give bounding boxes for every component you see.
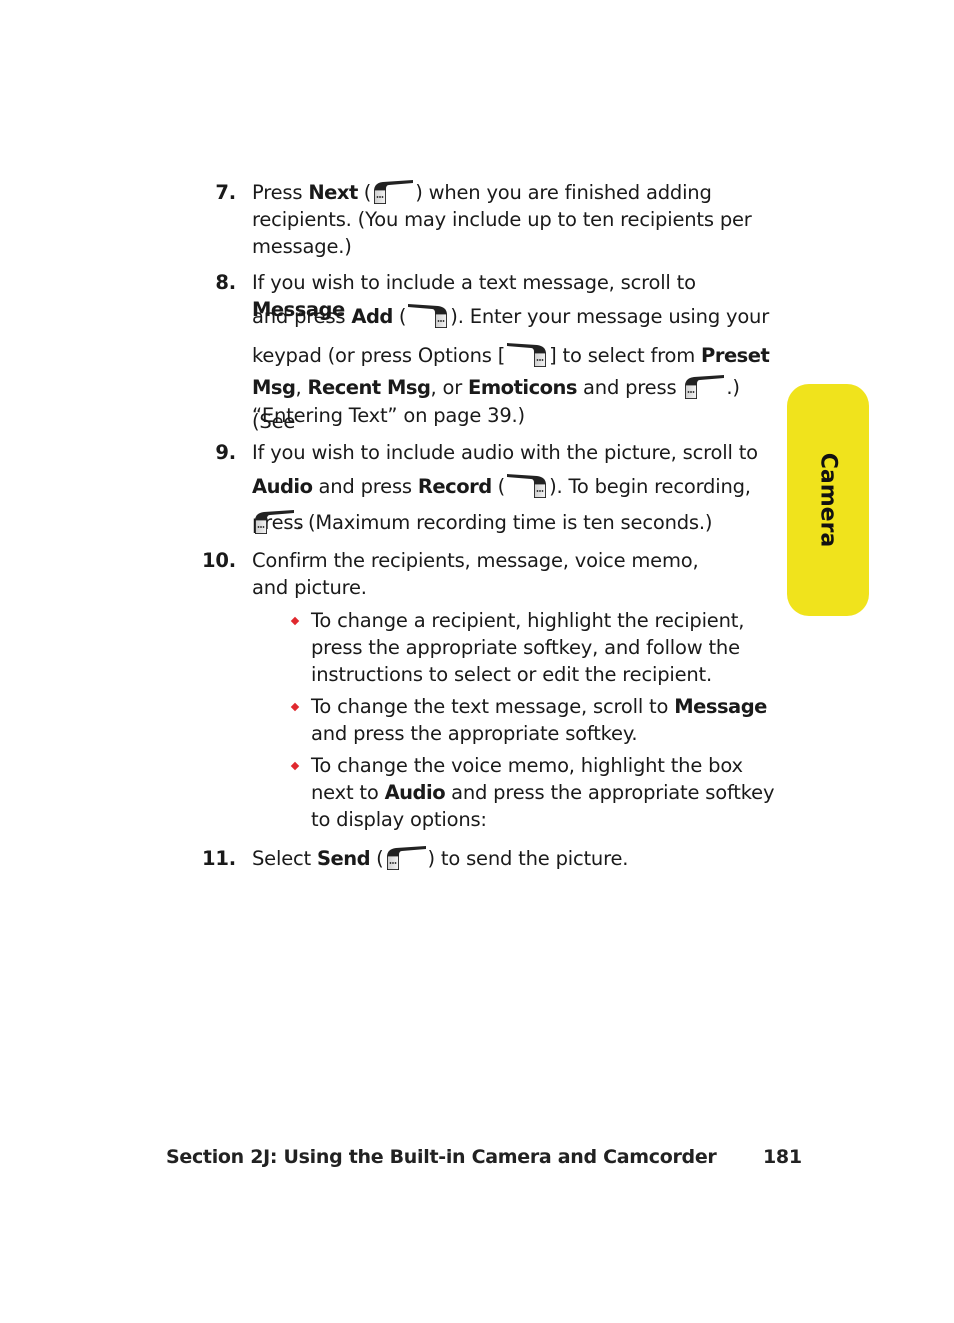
left-softkey-icon xyxy=(682,374,726,400)
step-number: 10. xyxy=(202,549,236,572)
red-diamond-bullet-icon xyxy=(290,761,300,771)
step-number: 8. xyxy=(215,271,236,294)
left-softkey-icon xyxy=(371,179,415,205)
footer-section-title: Section 2J: Using the Built-in Camera an… xyxy=(166,1146,717,1168)
left-softkey-icon xyxy=(384,845,428,871)
section-side-tab: Camera xyxy=(787,384,869,616)
right-softkey-icon xyxy=(406,303,450,329)
right-softkey-icon xyxy=(505,473,549,499)
red-diamond-bullet-icon xyxy=(290,616,300,626)
step-text: Select Send () to send the picture. xyxy=(252,845,629,871)
next-key-label: Next xyxy=(308,181,358,204)
step-text: Press Next () when you are finished addi… xyxy=(252,179,752,258)
step-text: If you wish to include audio with the pi… xyxy=(252,441,758,535)
page-number: 181 xyxy=(763,1146,802,1168)
step-text: Confirm the recipients, message, voice m… xyxy=(252,549,699,599)
manual-page: 7. Press Next () when you are finished a… xyxy=(0,0,954,1323)
side-tab-label: Camera xyxy=(815,452,841,548)
right-softkey-icon xyxy=(505,342,549,368)
step-number: 7. xyxy=(215,181,236,204)
step-number: 11. xyxy=(202,847,236,870)
red-diamond-bullet-icon xyxy=(290,702,300,712)
step-number: 9. xyxy=(215,441,236,464)
step-text: If you wish to include a text message, s… xyxy=(252,271,770,433)
left-softkey-icon xyxy=(252,509,296,535)
